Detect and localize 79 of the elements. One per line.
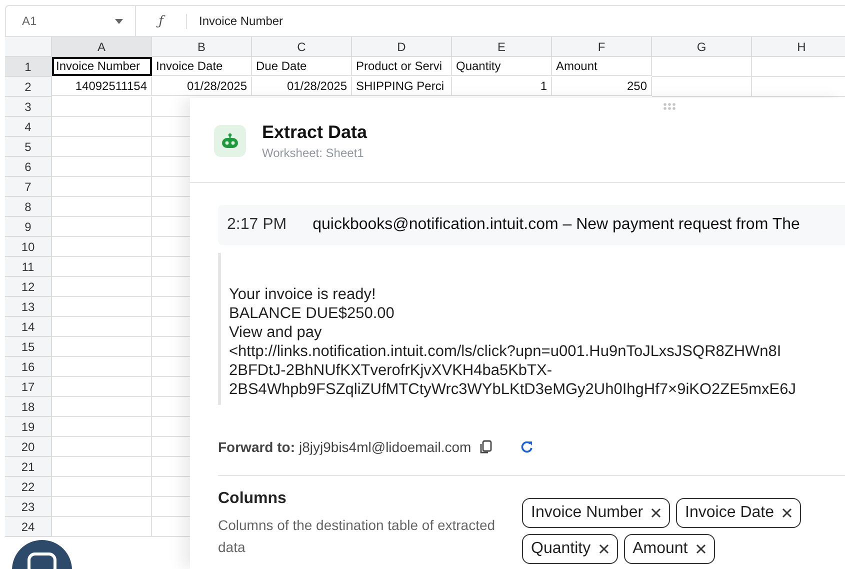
column-header[interactable]: D: [352, 37, 452, 57]
table-cell[interactable]: SHIPPING Perci: [352, 77, 452, 96]
caret-icon: [115, 18, 123, 24]
row-header[interactable]: 7: [5, 177, 52, 197]
row-header[interactable]: 11: [5, 257, 52, 277]
table-cell[interactable]: 1: [452, 77, 552, 96]
table-cell[interactable]: Amount: [552, 57, 652, 76]
forward-address: j8jyj9bis4ml@lidoemail.com: [299, 439, 472, 455]
column-tag[interactable]: Invoice Date: [676, 498, 801, 528]
column-header[interactable]: E: [452, 37, 552, 57]
empty-cells[interactable]: [652, 77, 845, 97]
row-header[interactable]: 2: [5, 77, 52, 97]
row-header[interactable]: 1: [5, 57, 52, 77]
row-header[interactable]: 10: [5, 237, 52, 257]
forward-label: Forward to:: [218, 439, 295, 455]
row-header[interactable]: 18: [5, 397, 52, 417]
email-time: 2:17 PM: [227, 216, 287, 234]
column-header[interactable]: F: [552, 37, 652, 57]
column-tag[interactable]: Invoice Number: [522, 498, 670, 528]
column-header[interactable]: B: [152, 37, 252, 57]
refresh-icon[interactable]: [520, 440, 534, 454]
column-header[interactable]: C: [252, 37, 352, 57]
table-cell[interactable]: Invoice Date: [152, 57, 252, 76]
empty-cells[interactable]: [652, 57, 845, 77]
remove-icon[interactable]: [598, 544, 609, 554]
table-cell[interactable]: 250: [552, 77, 652, 96]
row-header[interactable]: 5: [5, 137, 52, 157]
table-cell[interactable]: Product or Servi: [352, 57, 452, 76]
columns-title: Columns: [218, 490, 288, 508]
email-text-line: <http://links.notification.intuit.com/ls/click?upn=u001.Hu9nToJLxsJSQR8ZHWn8I: [229, 342, 782, 361]
row-header[interactable]: 24: [5, 517, 52, 537]
row-header[interactable]: 12: [5, 277, 52, 297]
name-box[interactable]: A1: [6, 6, 136, 36]
drag-handle-icon[interactable]: [663, 103, 676, 110]
table-cell[interactable]: 01/28/2025: [152, 77, 252, 96]
row-header[interactable]: 16: [5, 357, 52, 377]
row-header[interactable]: 19: [5, 417, 52, 437]
column-header[interactable]: G: [652, 37, 752, 57]
cell-reference: A1: [22, 14, 37, 28]
row-header[interactable]: 6: [5, 157, 52, 177]
row-header[interactable]: 8: [5, 197, 52, 217]
row-header[interactable]: 23: [5, 497, 52, 517]
row-header[interactable]: 21: [5, 457, 52, 477]
remove-icon[interactable]: [782, 508, 792, 518]
table-cell[interactable]: Invoice Number: [52, 57, 152, 76]
column-header[interactable]: A: [52, 37, 152, 57]
email-text-line: 2BFDtJ-2BhNUfKXTverofrKjvXVKH4ba5KbTX-: [229, 361, 554, 380]
copy-icon[interactable]: [479, 440, 492, 454]
row-header[interactable]: 15: [5, 337, 52, 357]
row-header[interactable]: 22: [5, 477, 52, 497]
remove-icon[interactable]: [696, 544, 706, 554]
column-header[interactable]: H: [752, 37, 845, 57]
table-cell[interactable]: 01/28/2025: [252, 77, 352, 96]
email-text-line: BALANCE DUE$250.00: [229, 304, 396, 323]
email-text-line: View and pay: [229, 323, 323, 342]
columns-description: Columns of the destination table of extracted data: [218, 516, 496, 557]
panel-title: Extract Data: [262, 122, 368, 143]
table-cell[interactable]: Quantity: [452, 57, 552, 76]
email-subject: quickbooks@notification.intuit.com – New payment request from The: [312, 216, 800, 234]
email-text-line: Your invoice is ready!: [229, 285, 377, 304]
worksheet-label: Worksheet: Sheet1: [262, 146, 365, 160]
row-header[interactable]: 14: [5, 317, 52, 337]
row-header[interactable]: 17: [5, 377, 52, 397]
column-tag[interactable]: Amount: [624, 534, 715, 564]
row-header[interactable]: 13: [5, 297, 52, 317]
row-header[interactable]: 3: [5, 97, 52, 117]
email-text-line: 2BS4Whpb9FSZqliZUfMTCtyWrc3WYbLKtD3eMGy2Uh0IhgHf7×9iKO2ZE5mxE6J: [229, 380, 797, 399]
remove-icon[interactable]: [651, 508, 662, 518]
row-header[interactable]: 20: [5, 437, 52, 457]
robot-icon: [214, 125, 246, 157]
column-tag[interactable]: Quantity: [522, 534, 618, 564]
table-cell[interactable]: 14092511154: [52, 77, 152, 96]
select-all-corner[interactable]: [5, 37, 52, 57]
table-cell[interactable]: Due Date: [252, 57, 352, 76]
chat-icon[interactable]: [12, 540, 72, 569]
email-row[interactable]: 2:17 PM quickbooks@notification.intuit.com – New payment request from The: [218, 205, 845, 245]
formula-value[interactable]: Invoice Number: [199, 14, 284, 28]
row-header[interactable]: 4: [5, 117, 52, 137]
row-header[interactable]: 9: [5, 217, 52, 237]
